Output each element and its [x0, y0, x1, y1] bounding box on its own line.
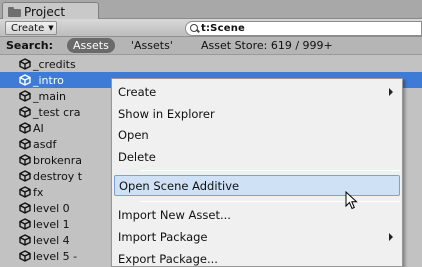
search-input[interactable]: t:Scene [185, 21, 422, 36]
list-item-label: fx [33, 185, 44, 199]
list-item-label: level 1 [33, 217, 70, 231]
menu-item-label: Open Scene Additive [119, 178, 240, 193]
unity-scene-icon [19, 170, 31, 182]
tab-bar: Project [0, 0, 422, 20]
menu-separator [140, 170, 400, 171]
list-item-label: AI [33, 121, 44, 135]
menu-item-create[interactable]: Create [112, 81, 402, 102]
menu-item-label: Show in Explorer [118, 106, 215, 121]
context-menu: Create Show in Explorer Open Delete Open… [111, 78, 403, 267]
menu-item-export-package[interactable]: Export Package... [112, 248, 402, 267]
unity-scene-icon [19, 234, 31, 246]
menu-item-label: Create [118, 84, 157, 99]
unity-scene-icon [19, 154, 31, 166]
menu-item-label: Open [118, 127, 149, 142]
list-item-label: brokenra [33, 153, 82, 167]
unity-scene-icon [19, 202, 31, 214]
folder-icon [8, 6, 21, 17]
search-scope-label: Search: [6, 39, 53, 52]
list-item-label: level 5 - [33, 249, 78, 263]
search-scope-bar: Search: Assets 'Assets' Asset Store: 619… [0, 37, 422, 55]
create-dropdown-label: Create [11, 22, 45, 34]
list-item-label: destroy t [33, 169, 83, 183]
list-item[interactable]: _credits [0, 56, 422, 72]
list-item-label: level 0 [33, 201, 70, 215]
menu-item-delete[interactable]: Delete [112, 146, 402, 167]
menu-item-show-in-explorer[interactable]: Show in Explorer [112, 103, 402, 124]
menu-item-label: Export Package... [118, 251, 218, 266]
scope-folder-button[interactable]: 'Assets' [131, 39, 173, 52]
menu-item-import-package[interactable]: Import Package [112, 226, 402, 247]
chevron-down-icon: ▼ [48, 24, 54, 32]
list-item-label: _credits [33, 57, 76, 71]
scope-assets-button[interactable]: Assets [67, 38, 115, 53]
create-dropdown-button[interactable]: Create ▼ [5, 21, 57, 35]
search-icon[interactable] [189, 23, 199, 34]
tab-project-label: Project [24, 4, 66, 19]
menu-separator [140, 201, 400, 202]
chevron-right-icon [389, 233, 393, 241]
unity-scene-icon [19, 250, 31, 262]
unity-scene-icon [19, 74, 31, 86]
list-item-label: _test cra [33, 105, 81, 119]
unity-scene-icon [19, 90, 31, 102]
unity-scene-icon [19, 186, 31, 198]
mouse-pointer-icon [345, 190, 359, 211]
list-item-label: asdf [33, 137, 57, 151]
tab-project[interactable]: Project [2, 2, 99, 20]
menu-item-label: Import Package [118, 229, 208, 244]
unity-scene-icon [19, 58, 31, 70]
chevron-right-icon [389, 88, 393, 96]
list-item-label: _main [33, 89, 66, 103]
unity-scene-icon [19, 122, 31, 134]
unity-scene-icon [19, 138, 31, 150]
menu-item-label: Import New Asset... [118, 207, 231, 222]
list-item-label: _intro [33, 73, 64, 87]
menu-item-open[interactable]: Open [112, 124, 402, 145]
search-input-value: t:Scene [201, 23, 245, 34]
project-toolbar: Create ▼ t:Scene [0, 19, 422, 37]
menu-item-label: Delete [118, 149, 156, 164]
scope-asset-store-button[interactable]: Asset Store: 619 / 999+ [201, 39, 333, 52]
list-item-label: level 4 [33, 233, 70, 247]
unity-scene-icon [19, 106, 31, 118]
unity-scene-icon [19, 218, 31, 230]
